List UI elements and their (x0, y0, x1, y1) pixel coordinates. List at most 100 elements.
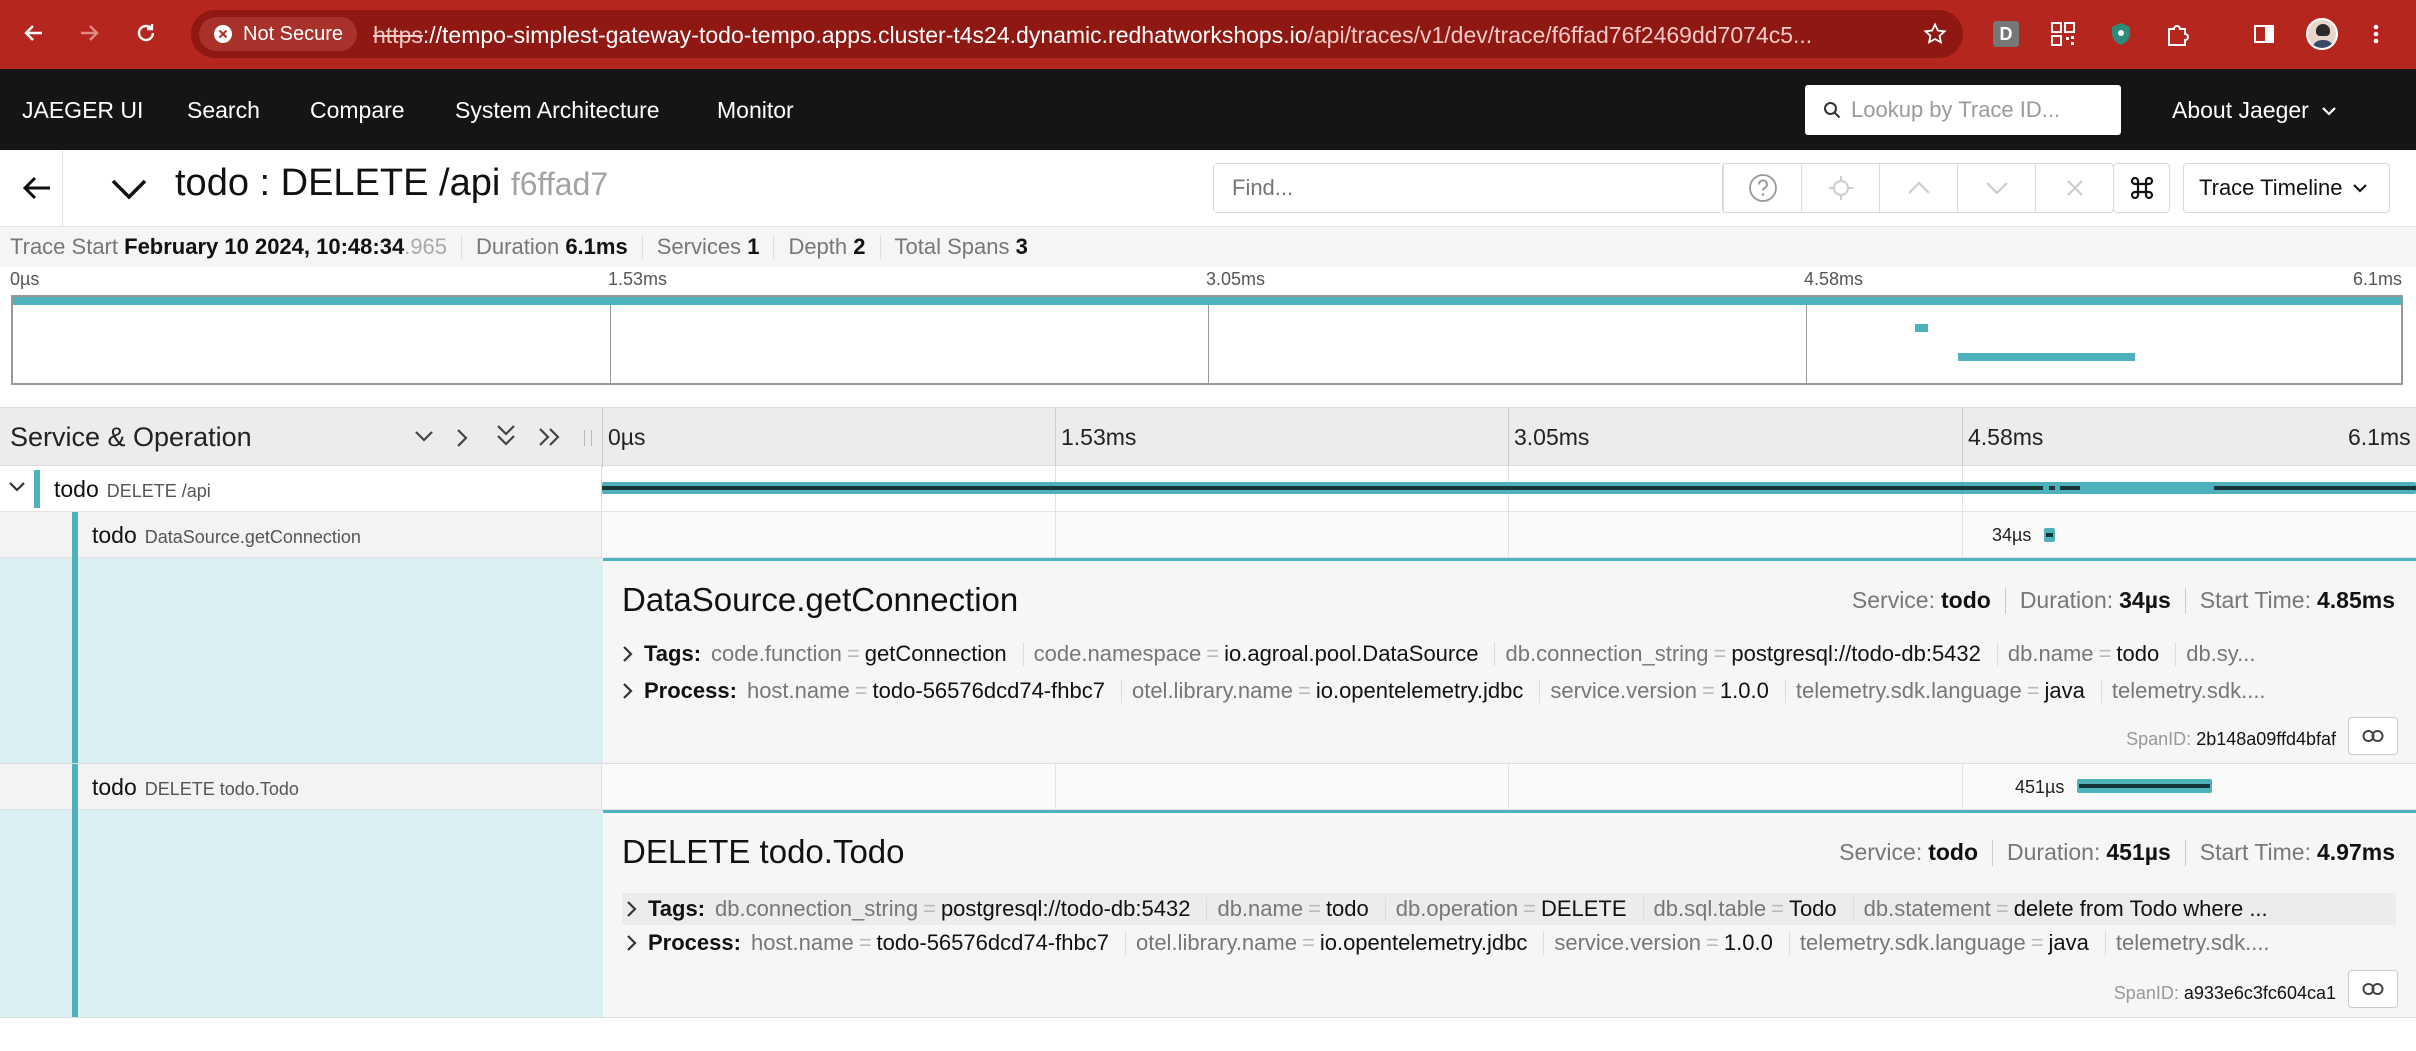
minimap-canvas[interactable] (11, 295, 2403, 385)
trace-minimap[interactable]: 0µs 1.53ms 3.05ms 4.58ms 6.1ms (0, 267, 2416, 397)
span-row[interactable]: todo DELETE todo.Todo 451µs (0, 764, 2416, 810)
tag-value: todo (2116, 641, 2160, 666)
process-item: service.version = 1.0.0 (1550, 678, 1786, 704)
span-id: SpanID: 2b148a09ffd4bfaf (2126, 729, 2336, 750)
clear-find-icon[interactable] (2035, 164, 2113, 212)
nav-system-architecture[interactable]: System Architecture (455, 97, 660, 124)
help-icon[interactable] (1723, 164, 1801, 212)
prev-match-icon[interactable] (1879, 164, 1957, 212)
side-panel-icon[interactable] (2246, 16, 2282, 52)
span-id: SpanID: a933e6c3fc604ca1 (2114, 983, 2336, 1004)
address-bar[interactable]: Not Secure https://tempo-simplest-gatewa… (191, 10, 1963, 58)
tag-key: db.name (2007, 641, 2094, 666)
process-key: otel.library.name (1135, 930, 1297, 955)
forward-icon[interactable] (71, 15, 107, 51)
extension-d-icon[interactable]: D (1988, 16, 2024, 52)
process-key: otel.library.name (1131, 678, 1293, 703)
span-id-value: a933e6c3fc604ca1 (2183, 983, 2336, 1003)
tags-row[interactable]: Tags: code.function = getConnection code.n… (622, 641, 2396, 667)
process-value: todo-56576dcd74-fhbc7 (872, 678, 1105, 703)
trace-id-short: f6ffad7 (510, 166, 609, 202)
start-time-value: 4.97ms (2316, 839, 2395, 865)
column-resizer[interactable] (584, 430, 592, 446)
nav-monitor[interactable]: Monitor (717, 97, 794, 124)
collapse-chevron-icon[interactable] (110, 178, 148, 200)
nav-search[interactable]: Search (187, 97, 260, 124)
total-spans-value: 3 (1015, 234, 1028, 259)
bookmark-star-icon[interactable] (1923, 22, 1947, 46)
about-jaeger-menu[interactable]: About Jaeger (2172, 97, 2337, 124)
process-label: Process: (648, 930, 741, 955)
more-menu-icon[interactable] (2358, 16, 2394, 52)
qr-code-icon[interactable] (2045, 16, 2081, 52)
duration-label: Duration: (2007, 839, 2101, 865)
minimap-span-delete-todo (1958, 353, 2135, 361)
expand-one-icon[interactable] (454, 426, 470, 450)
expand-all-icon[interactable] (536, 425, 564, 449)
reload-icon[interactable] (128, 15, 164, 51)
chevron-right-icon[interactable] (626, 934, 638, 952)
minimap-tick: 3.05ms (1206, 269, 1266, 289)
shield-extension-icon[interactable] (2103, 16, 2139, 52)
span-row[interactable]: todo DataSource.getConnection 34µs (0, 512, 2416, 558)
span-critical-path (2079, 784, 2210, 788)
back-arrow-icon[interactable] (22, 174, 52, 202)
find-input[interactable] (1214, 164, 1722, 212)
collapse-one-icon[interactable] (412, 428, 436, 444)
security-label: Not Secure (243, 22, 344, 45)
chevron-right-icon[interactable] (622, 645, 634, 663)
service-label: Service: (1851, 587, 1935, 613)
span-operation: DELETE todo.Todo (144, 779, 299, 799)
services-label: Services (656, 234, 742, 259)
span-service-name[interactable]: todo DELETE todo.Todo (92, 774, 299, 801)
span-toggle-chevron-icon[interactable] (8, 481, 26, 493)
process-row[interactable]: Process: host.name = todo-56576dcd74-fhbc7… (622, 678, 2396, 704)
trace-title-text: todo : DELETE /api (175, 162, 501, 204)
avatar[interactable] (2304, 16, 2340, 52)
timeline-tick: 1.53ms (1061, 424, 1137, 450)
locate-icon[interactable] (1801, 164, 1879, 212)
process-key: telemetry.sdk.language (1799, 930, 2026, 955)
span-service-name[interactable]: todo DELETE /api (54, 476, 211, 503)
tags-row[interactable]: Tags: db.connection_string = postgresql://… (622, 893, 2396, 925)
start-time-label: Start Time: (2199, 587, 2311, 613)
span-detail-title: DataSource.getConnection (622, 581, 1019, 618)
tag-item: db.sql.table = Todo (1654, 896, 1854, 922)
nav-compare[interactable]: Compare (310, 97, 405, 124)
chevron-right-icon[interactable] (622, 682, 634, 700)
link-icon[interactable] (2348, 717, 2398, 755)
security-chip[interactable]: Not Secure (199, 17, 358, 51)
span-row[interactable]: todo DELETE /api (0, 466, 2416, 512)
link-icon[interactable] (2348, 970, 2398, 1008)
back-icon[interactable] (16, 15, 52, 51)
process-row[interactable]: Process: host.name = todo-56576dcd74-fhbc7… (622, 930, 2396, 956)
minimap-tick: 4.58ms (1804, 269, 1864, 289)
span-operation: DataSource.getConnection (144, 527, 361, 547)
tag-key: db.name (1217, 896, 1304, 921)
tag-item: db.name = todo (1217, 896, 1386, 922)
chevron-right-icon[interactable] (626, 900, 638, 918)
tag-value: postgresql://todo-db:5432 (1731, 641, 1981, 666)
process-key: host.name (750, 930, 854, 955)
service-value: todo (1941, 587, 1991, 613)
collapse-all-icon[interactable] (494, 422, 518, 450)
span-detail-title: DELETE todo.Todo (622, 833, 905, 870)
find-field[interactable] (1213, 163, 1723, 213)
process-key: telemetry.sdk.language (1795, 678, 2022, 703)
trace-summary: Trace Start February 10 2024, 10:48:34.9… (0, 227, 2416, 267)
tag-value: todo (1325, 896, 1369, 921)
timeline-tick: 6.1ms (2348, 424, 2411, 450)
span-service-name[interactable]: todo DataSource.getConnection (92, 522, 361, 549)
span-critical-path (2214, 486, 2416, 490)
puzzle-extensions-icon[interactable] (2160, 16, 2196, 52)
span-duration-label: 451µs (2015, 777, 2065, 797)
process-key: telemetry.sdk.... (2111, 678, 2266, 703)
process-item: service.version = 1.0.0 (1554, 930, 1790, 956)
brand-link[interactable]: JAEGER UI (22, 97, 143, 124)
keyboard-shortcuts-icon[interactable] (2113, 163, 2170, 213)
view-mode-select[interactable]: Trace Timeline (2183, 163, 2390, 213)
next-match-icon[interactable] (1957, 164, 2035, 212)
trace-lookup-input[interactable]: Lookup by Trace ID... (1805, 85, 2121, 135)
url-text[interactable]: https://tempo-simplest-gateway-todo-temp… (373, 22, 1903, 49)
tag-value: getConnection (864, 641, 1007, 666)
